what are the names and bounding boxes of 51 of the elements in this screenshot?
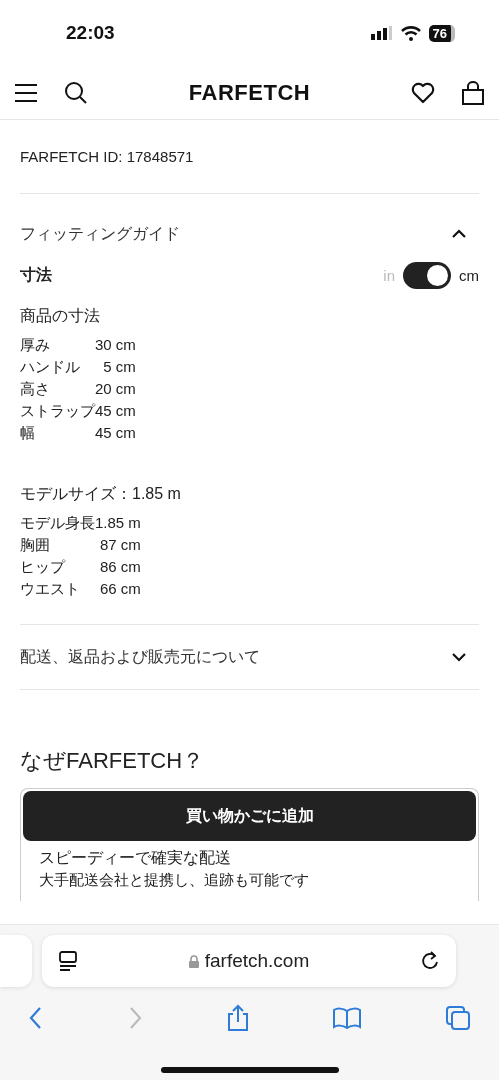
accordion-title: 配送、返品および販売元について bbox=[20, 646, 260, 667]
add-to-cart-button[interactable]: 買い物かごに追加 bbox=[23, 791, 476, 841]
measurement-label: 胸囲 bbox=[20, 535, 51, 555]
back-icon[interactable] bbox=[28, 1006, 44, 1030]
measurement-label: 幅 bbox=[20, 423, 36, 443]
url-text: farfetch.com bbox=[204, 950, 310, 972]
measurement-label: ハンドル bbox=[20, 357, 81, 377]
measurement-value: 86 cm bbox=[99, 557, 141, 577]
heart-icon[interactable] bbox=[411, 81, 435, 104]
chevron-down-icon bbox=[451, 651, 467, 663]
feature-title: スピーディーで確実な配送 bbox=[38, 848, 232, 868]
shopping-bag-icon[interactable] bbox=[461, 80, 485, 105]
section-heading: なぜFARFETCH？ bbox=[20, 747, 206, 775]
section-title: 寸法 bbox=[20, 264, 52, 285]
measurement-label: ストラップ bbox=[20, 401, 95, 421]
measurement-value: 45 cm bbox=[95, 401, 136, 421]
status-time: 22:03 bbox=[66, 22, 115, 44]
subsection-title: モデルサイズ：1.85 m bbox=[20, 484, 182, 504]
measurement-label: 高さ bbox=[20, 379, 51, 399]
measurement-value: 87 cm bbox=[99, 535, 141, 555]
measurement-value: 45 cm bbox=[95, 423, 136, 443]
share-icon[interactable] bbox=[225, 1004, 250, 1032]
measurement-value: 1.85 m bbox=[95, 513, 141, 533]
subsection-title: 商品の寸法 bbox=[20, 306, 101, 326]
lock-icon bbox=[188, 954, 199, 968]
book-icon[interactable] bbox=[332, 1006, 363, 1030]
product-id: FARFETCH ID: 17848571 bbox=[20, 120, 479, 194]
accordion-header[interactable]: 配送、返品および販売元について bbox=[20, 625, 479, 690]
measurement-label: ヒップ bbox=[20, 557, 67, 577]
logo[interactable]: FARFETCH bbox=[188, 79, 311, 106]
accordion-title: フィッティングガイド bbox=[20, 223, 180, 244]
measurement-label: 厚み bbox=[20, 335, 51, 355]
signal-icon bbox=[370, 26, 393, 40]
menu-icon[interactable] bbox=[14, 82, 38, 103]
address-bar[interactable]: farfetch.com bbox=[42, 935, 456, 987]
reload-icon[interactable] bbox=[420, 950, 440, 972]
search-icon[interactable] bbox=[64, 80, 88, 105]
tabs-icon[interactable] bbox=[445, 1005, 471, 1031]
measurement-label: モデル身長 bbox=[20, 513, 95, 533]
battery-indicator: 76 bbox=[428, 24, 455, 42]
measurement-value: 5 cm bbox=[102, 357, 136, 377]
feature-text: 大手配送会社と提携し、追跡も可能です bbox=[38, 870, 310, 890]
measurement-value: 66 cm bbox=[99, 579, 141, 599]
wifi-icon bbox=[400, 25, 421, 41]
chevron-up-icon bbox=[451, 228, 467, 240]
reader-icon[interactable] bbox=[58, 950, 78, 972]
unit-switch[interactable] bbox=[403, 261, 451, 289]
unit-label[interactable]: cm bbox=[459, 266, 479, 284]
measurement-label: ウエスト bbox=[20, 579, 81, 599]
measurement-value: 20 cm bbox=[95, 379, 136, 399]
measurement-value: 30 cm bbox=[95, 335, 136, 355]
